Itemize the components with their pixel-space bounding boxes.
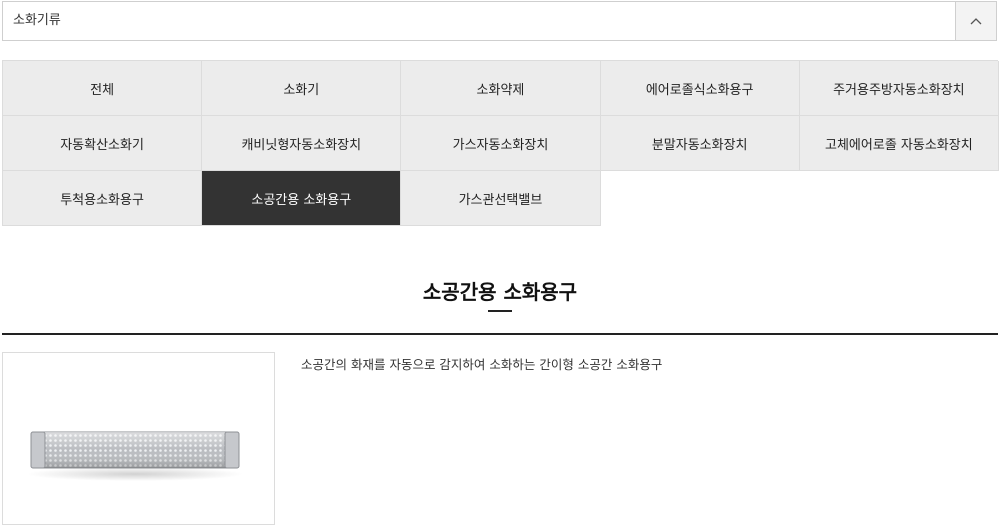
category-item[interactable]: 가스자동소화장치	[401, 116, 601, 171]
category-item-active[interactable]: 소공간용 소화용구	[202, 171, 402, 226]
dropdown-toggle-button[interactable]	[955, 2, 996, 40]
category-grid: 전체 소화기 소화약제 에어로졸식소화용구 주거용주방자동소화장치 자동확산소화…	[2, 60, 999, 226]
category-item[interactable]: 가스관선택밸브	[401, 171, 601, 226]
category-item[interactable]: 소화기	[202, 61, 402, 116]
category-item[interactable]: 캐비닛형자동소화장치	[202, 116, 402, 171]
section-divider	[2, 333, 998, 335]
category-item[interactable]: 에어로졸식소화용구	[600, 61, 800, 116]
product-image[interactable]	[2, 352, 275, 525]
perforated-metal-tube-image	[27, 431, 243, 481]
category-dropdown-label: 소화기류	[13, 13, 61, 28]
category-item[interactable]: 고체에어로졸 자동소화장치	[799, 116, 999, 171]
category-dropdown[interactable]: 소화기류	[2, 1, 997, 41]
chevron-up-icon	[970, 18, 982, 25]
category-item[interactable]: 주거용주방자동소화장치	[799, 61, 999, 116]
category-item[interactable]: 전체	[3, 61, 203, 116]
category-item[interactable]: 소화약제	[401, 61, 601, 116]
section-title: 소공간용 소화용구	[422, 280, 578, 304]
category-item[interactable]: 분말자동소화장치	[600, 116, 800, 171]
title-underline	[488, 310, 512, 312]
product-description: 소공간의 화재를 자동으로 감지하여 소화하는 간이형 소공간 소화용구	[301, 357, 663, 372]
category-item[interactable]: 투척용소화용구	[3, 171, 203, 226]
category-item[interactable]: 자동확산소화기	[3, 116, 203, 171]
